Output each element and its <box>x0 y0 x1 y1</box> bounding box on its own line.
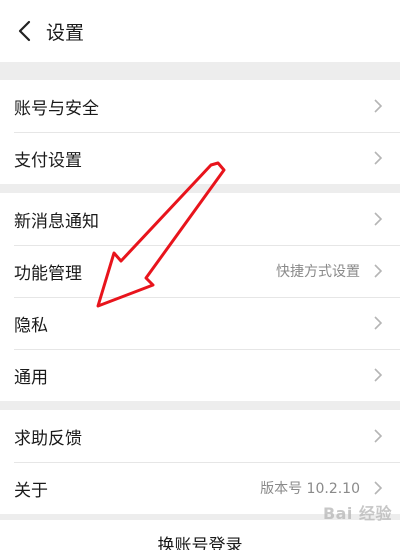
settings-item-features[interactable]: 功能管理 快捷方式设置 <box>0 245 400 297</box>
version-value: 版本号 10.2.10 <box>260 481 360 497</box>
page-title: 设置 <box>46 21 85 44</box>
chevron-right-icon <box>374 212 383 226</box>
settings-item-label: 新消息通知 <box>14 211 99 232</box>
chevron-right-icon <box>374 99 383 113</box>
switch-account-button[interactable]: 换账号登录 <box>0 520 400 550</box>
chevron-right-icon <box>374 151 383 165</box>
settings-item-notifications[interactable]: 新消息通知 <box>0 193 400 245</box>
settings-item-label: 功能管理 <box>14 263 82 284</box>
chevron-right-icon <box>374 264 383 278</box>
settings-item-label: 求助反馈 <box>14 428 82 449</box>
settings-item-feedback[interactable]: 求助反馈 <box>0 410 400 462</box>
watermark-logo: Bai 经验 <box>322 504 392 523</box>
settings-item-label: 账号与安全 <box>14 98 99 119</box>
settings-item-payment[interactable]: 支付设置 <box>0 132 400 184</box>
settings-group-account: 账号与安全 支付设置 <box>0 80 400 184</box>
settings-item-label: 支付设置 <box>14 150 82 171</box>
settings-group-help: 求助反馈 关于 版本号 10.2.10 <box>0 410 400 514</box>
header-bar: 设置 <box>0 0 400 62</box>
chevron-left-icon <box>18 20 31 42</box>
settings-item-label: 关于 <box>14 480 48 501</box>
chevron-right-icon <box>374 368 383 382</box>
chevron-right-icon <box>374 316 383 330</box>
chevron-right-icon <box>374 481 383 495</box>
chevron-right-icon <box>374 429 383 443</box>
settings-item-privacy[interactable]: 隐私 <box>0 297 400 349</box>
settings-group-general: 新消息通知 功能管理 快捷方式设置 隐私 通用 <box>0 193 400 401</box>
switch-account-label: 换账号登录 <box>157 536 243 550</box>
back-button[interactable] <box>0 0 44 62</box>
settings-item-account-security[interactable]: 账号与安全 <box>0 80 400 132</box>
settings-item-label: 隐私 <box>14 315 48 336</box>
settings-item-general[interactable]: 通用 <box>0 349 400 401</box>
settings-item-label: 通用 <box>14 367 48 388</box>
settings-item-value: 快捷方式设置 <box>276 264 360 280</box>
